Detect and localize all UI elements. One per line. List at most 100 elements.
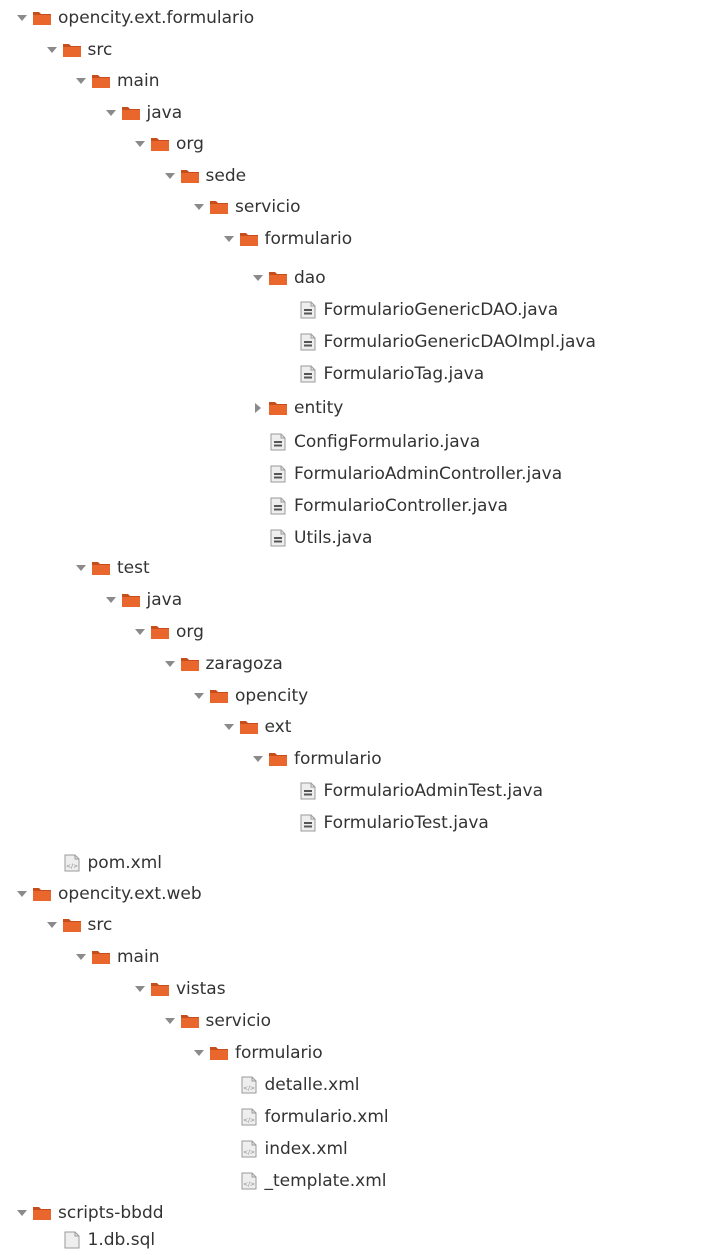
- tree-folder-item[interactable]: java: [103, 100, 182, 126]
- expanded-arrow-icon[interactable]: [73, 68, 89, 94]
- tree-item-label: scripts-bbdd: [58, 1203, 164, 1223]
- tree-item-label: FormularioTag.java: [323, 364, 485, 384]
- tree-folder-item[interactable]: src: [44, 37, 112, 63]
- tree-folder-item[interactable]: formulario: [221, 226, 353, 252]
- tree-item-label: FormularioAdminTest.java: [323, 781, 544, 801]
- tree-file-item[interactable]: FormularioGenericDAOImpl.java: [280, 329, 596, 355]
- expanded-arrow-icon[interactable]: [191, 683, 207, 709]
- tree-item-label: FormularioController.java: [294, 496, 508, 516]
- tree-folder-item[interactable]: src: [44, 912, 112, 938]
- tree-folder-item[interactable]: formulario: [250, 746, 382, 772]
- tree-item-label: formulario: [294, 749, 382, 769]
- tree-item-label: servicio: [205, 1011, 272, 1031]
- expanded-arrow-icon[interactable]: [103, 587, 119, 613]
- tree-folder-item[interactable]: formulario: [191, 1040, 323, 1066]
- tree-item-label: main: [117, 947, 160, 967]
- tree-item-label: formulario: [235, 1043, 323, 1063]
- expanded-arrow-icon[interactable]: [44, 912, 60, 938]
- folder-icon: [209, 197, 229, 217]
- tree-item-label: FormularioTest.java: [323, 813, 489, 833]
- tree-file-item[interactable]: ConfigFormulario.java: [250, 429, 480, 455]
- tree-file-item[interactable]: </> detalle.xml: [221, 1072, 360, 1098]
- tree-folder-item[interactable]: org: [132, 131, 204, 157]
- tree-folder-item[interactable]: main: [73, 68, 159, 94]
- expanded-arrow-icon[interactable]: [14, 5, 30, 31]
- tree-folder-item[interactable]: entity: [250, 395, 343, 421]
- folder-icon: [180, 654, 200, 674]
- java-file-icon: [268, 432, 288, 452]
- expanded-arrow-icon[interactable]: [191, 1040, 207, 1066]
- tree-file-item[interactable]: 1.db.sql: [44, 1227, 155, 1253]
- tree-folder-item[interactable]: servicio: [162, 1008, 272, 1034]
- tree-item-label: formulario: [264, 229, 353, 249]
- expanded-arrow-icon[interactable]: [221, 226, 237, 252]
- tree-file-item[interactable]: FormularioAdminTest.java: [280, 778, 544, 804]
- tree-item-label: index.xml: [264, 1139, 348, 1159]
- tree-file-item[interactable]: </> _template.xml: [221, 1168, 387, 1194]
- xml-file-icon: </>: [239, 1075, 259, 1095]
- tree-folder-item[interactable]: servicio: [191, 194, 301, 220]
- expanded-arrow-icon[interactable]: [14, 881, 30, 907]
- svg-text:</>: </>: [242, 1181, 254, 1188]
- svg-text:</>: </>: [242, 1149, 254, 1156]
- tree-item-label: entity: [294, 398, 344, 418]
- tree-file-item[interactable]: FormularioController.java: [250, 493, 508, 519]
- tree-folder-item[interactable]: ext: [221, 714, 291, 740]
- expanded-arrow-icon[interactable]: [73, 944, 89, 970]
- tree-folder-item[interactable]: opencity.ext.formulario: [14, 5, 254, 31]
- folder-icon: [268, 749, 288, 769]
- expanded-arrow-icon[interactable]: [250, 746, 266, 772]
- tree-file-item[interactable]: FormularioTag.java: [280, 361, 485, 387]
- expanded-arrow-icon[interactable]: [191, 194, 207, 220]
- expanded-arrow-icon[interactable]: [132, 131, 148, 157]
- tree-file-item[interactable]: </> index.xml: [221, 1136, 348, 1162]
- folder-icon: [150, 622, 170, 642]
- expanded-arrow-icon[interactable]: [44, 37, 60, 63]
- expanded-arrow-icon[interactable]: [132, 976, 148, 1002]
- java-file-icon: [298, 332, 318, 352]
- tree-item-label: zaragoza: [205, 654, 283, 674]
- folder-icon: [91, 947, 111, 967]
- tree-folder-item[interactable]: org: [132, 619, 204, 645]
- expanded-arrow-icon[interactable]: [221, 714, 237, 740]
- tree-folder-item[interactable]: zaragoza: [162, 651, 283, 677]
- svg-text:</>: </>: [65, 863, 77, 870]
- expanded-arrow-icon[interactable]: [103, 100, 119, 126]
- folder-icon: [239, 229, 259, 249]
- tree-file-item[interactable]: FormularioGenericDAO.java: [280, 297, 558, 323]
- java-file-icon: [298, 781, 318, 801]
- tree-folder-item[interactable]: opencity.ext.web: [14, 881, 202, 907]
- tree-file-item[interactable]: FormularioTest.java: [280, 810, 489, 836]
- java-file-icon: [298, 364, 318, 384]
- expanded-arrow-icon[interactable]: [162, 1008, 178, 1034]
- tree-folder-item[interactable]: test: [73, 555, 150, 581]
- tree-file-item[interactable]: </> pom.xml: [44, 850, 162, 876]
- tree-file-item[interactable]: FormularioAdminController.java: [250, 461, 562, 487]
- expanded-arrow-icon[interactable]: [162, 651, 178, 677]
- expanded-arrow-icon[interactable]: [132, 619, 148, 645]
- folder-icon: [209, 686, 229, 706]
- collapsed-arrow-icon[interactable]: [250, 395, 266, 421]
- tree-file-item[interactable]: Utils.java: [250, 525, 372, 551]
- tree-item-label: org: [176, 134, 204, 154]
- tree-file-item[interactable]: </> formulario.xml: [221, 1104, 389, 1130]
- expanded-arrow-icon[interactable]: [162, 163, 178, 189]
- tree-item-label: ConfigFormulario.java: [294, 432, 481, 452]
- folder-icon: [32, 1203, 52, 1223]
- tree-item-label: detalle.xml: [264, 1075, 360, 1095]
- java-file-icon: [268, 464, 288, 484]
- tree-folder-item[interactable]: opencity: [191, 683, 308, 709]
- tree-folder-item[interactable]: sede: [162, 163, 246, 189]
- expanded-arrow-icon[interactable]: [250, 265, 266, 291]
- folder-icon: [268, 268, 288, 288]
- tree-folder-item[interactable]: scripts-bbdd: [14, 1200, 164, 1226]
- tree-folder-item[interactable]: java: [103, 587, 183, 613]
- tree-folder-item[interactable]: vistas: [132, 976, 226, 1002]
- tree-folder-item[interactable]: dao: [250, 265, 326, 291]
- expanded-arrow-icon[interactable]: [14, 1200, 30, 1226]
- project-explorer-tree: opencity.ext.formulario src main java org sed…: [0, 0, 701, 1250]
- expanded-arrow-icon[interactable]: [73, 555, 89, 581]
- tree-item-label: opencity.ext.formulario: [58, 8, 255, 28]
- tree-item-label: java: [146, 590, 183, 610]
- tree-folder-item[interactable]: main: [73, 944, 159, 970]
